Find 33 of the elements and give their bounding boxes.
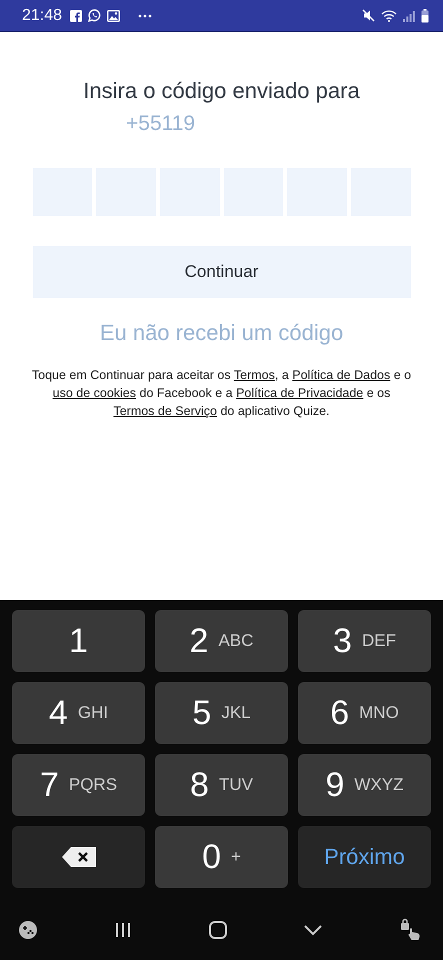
signal-icon xyxy=(403,10,415,22)
home-icon[interactable] xyxy=(208,920,228,940)
digit-key[interactable]: 6 MNO xyxy=(298,682,431,744)
terms-link[interactable]: Política de Privacidade xyxy=(236,386,364,400)
digit-key[interactable]: 7 PQRS xyxy=(12,754,145,816)
terms-link[interactable]: Política de Dados xyxy=(292,368,390,382)
digit-key[interactable]: 3 DEF xyxy=(298,610,431,672)
terms-link[interactable]: Termos xyxy=(234,368,275,382)
wifi-icon xyxy=(381,10,397,22)
next-key[interactable]: Próximo xyxy=(298,826,431,888)
backspace-key[interactable] xyxy=(12,826,145,888)
digit-key[interactable]: 9 WXYZ xyxy=(298,754,431,816)
chat-bubble-icon xyxy=(88,9,102,22)
digit-key[interactable]: 1 xyxy=(12,610,145,672)
more-icon xyxy=(138,14,152,18)
mute-icon xyxy=(362,9,375,22)
chevron-down-icon[interactable] xyxy=(303,924,324,936)
image-icon xyxy=(107,10,120,22)
status-time: 21:48 xyxy=(22,6,62,24)
digit-key[interactable]: 8 TUV xyxy=(155,754,288,816)
terms-link[interactable]: Termos de Serviço xyxy=(113,404,217,418)
recent-apps-icon[interactable] xyxy=(114,922,132,938)
digit-key[interactable]: 2 ABC xyxy=(155,610,288,672)
battery-icon xyxy=(421,8,429,22)
digit-key[interactable]: 0 + xyxy=(155,826,288,888)
phone-number: +55119 xyxy=(126,112,196,136)
game-controller-icon xyxy=(18,920,38,940)
terms-link[interactable]: uso de cookies xyxy=(52,386,136,400)
prompt-heading: Insira o código enviado para xyxy=(83,78,360,104)
backspace-icon xyxy=(60,846,96,868)
digit-key[interactable]: 5 JKL xyxy=(155,682,288,744)
digit-key[interactable]: 4 GHI xyxy=(12,682,145,744)
terms-notice: Toque em Continuar para aceitar os Termos, a Política de Dados e o uso de cookies do Facebook e a Política de Privacidade e os Termos de Serviço do aplicativo Quize. xyxy=(30,367,412,420)
